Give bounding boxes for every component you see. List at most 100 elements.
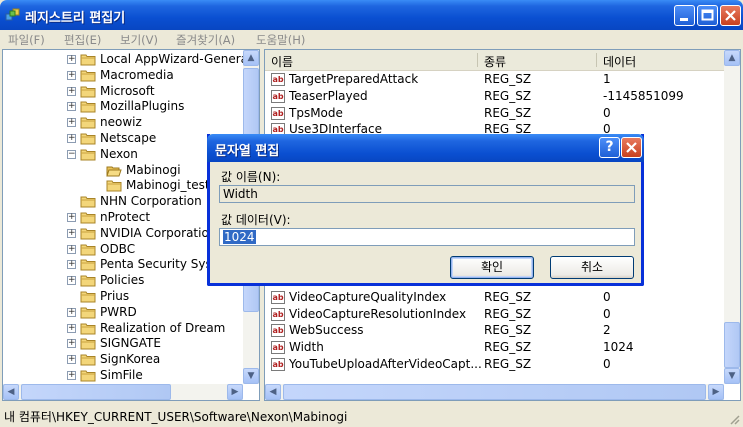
ok-button[interactable]: 확인: [450, 256, 534, 279]
cell-name: VideoCaptureResolutionIndex: [289, 306, 467, 321]
tree-item[interactable]: + Realization of Dream: [3, 321, 243, 337]
tree-horizontal-scrollbar[interactable]: ◀ ▶: [3, 384, 243, 400]
scroll-up-icon[interactable]: ▲: [243, 50, 259, 66]
tree-item[interactable]: + SIGNGATE: [3, 336, 243, 352]
maximize-button[interactable]: [697, 5, 718, 26]
tree-item-label: Policies: [100, 273, 145, 288]
expand-icon[interactable]: +: [67, 213, 76, 222]
folder-icon: [80, 307, 96, 319]
header-data[interactable]: 데이터: [603, 53, 636, 70]
expand-icon[interactable]: +: [67, 260, 76, 270]
expand-icon[interactable]: +: [67, 307, 76, 317]
folder-icon: [80, 101, 96, 113]
tree-item[interactable]: + Local AppWizard-Genera: [3, 52, 248, 68]
cell-data: 0: [603, 289, 611, 304]
list-scroll-thumb[interactable]: [724, 322, 740, 368]
tree-item-label: neowiz: [100, 115, 142, 130]
expand-icon[interactable]: +: [67, 339, 76, 349]
folder-icon: [80, 86, 96, 98]
folder-icon: [80, 196, 96, 208]
cell-name: Width: [289, 340, 324, 354]
expand-icon[interactable]: +: [67, 70, 76, 80]
expand-icon[interactable]: +: [67, 371, 76, 380]
expand-icon[interactable]: +: [67, 55, 76, 64]
menu-edit[interactable]: 편집(E): [64, 32, 101, 48]
folder-icon: [80, 244, 96, 256]
menu-bar: 파일(F) 편집(E) 보기(V) 즐겨찾기(A) 도움말(H): [0, 30, 743, 48]
tree-item[interactable]: + neowiz: [3, 115, 243, 131]
menu-file[interactable]: 파일(F): [8, 32, 45, 48]
collapse-icon[interactable]: −: [67, 149, 76, 159]
list-row[interactable]: ab YouTubeUploadAfterVideoCapt... REG_SZ 0: [265, 357, 724, 373]
menu-favorites[interactable]: 즐겨찾기(A): [176, 32, 235, 48]
dialog-close-button[interactable]: [621, 137, 642, 158]
list-row[interactable]: ab TeaserPlayed REG_SZ -1145851099: [265, 89, 724, 105]
tree-item[interactable]: + Macromedia: [3, 68, 243, 84]
value-data-input[interactable]: 1024: [219, 228, 635, 246]
expand-icon[interactable]: +: [67, 118, 76, 128]
scroll-right-icon[interactable]: ▶: [708, 384, 724, 400]
expand-icon[interactable]: +: [67, 102, 76, 112]
tree-item-label: Local AppWizard-Genera: [100, 52, 249, 66]
header-name[interactable]: 이름: [271, 53, 293, 70]
cancel-button[interactable]: 취소: [550, 256, 634, 279]
list-row[interactable]: ab TpsMode REG_SZ 0: [265, 106, 724, 122]
list-row[interactable]: ab TargetPreparedAttack REG_SZ 1: [265, 72, 724, 88]
list-hscroll-thumb[interactable]: [283, 384, 706, 400]
tree-item-label: Realization of Dream: [100, 320, 226, 335]
tree-hscroll-thumb[interactable]: [21, 384, 171, 400]
tree-item[interactable]: + SimFile: [3, 368, 243, 384]
tree-item[interactable]: + PWRD: [3, 305, 243, 321]
resize-grip-icon[interactable]: [728, 413, 740, 425]
scroll-up-icon[interactable]: ▲: [724, 50, 740, 66]
scroll-down-icon[interactable]: ▼: [724, 368, 740, 384]
scroll-down-icon[interactable]: ▼: [243, 368, 259, 384]
tree-item[interactable]: + Microsoft: [3, 84, 243, 100]
tree-item[interactable]: + SignKorea: [3, 352, 243, 368]
menu-view[interactable]: 보기(V): [120, 32, 158, 48]
window-titlebar[interactable]: 레지스트리 편집기: [0, 0, 743, 30]
list-row[interactable]: ab Width REG_SZ 1024: [265, 340, 724, 356]
list-row[interactable]: ab VideoCaptureQualityIndex REG_SZ 0: [265, 290, 724, 306]
folder-icon: [80, 259, 96, 271]
expand-icon[interactable]: +: [67, 323, 76, 333]
expand-icon[interactable]: +: [67, 355, 76, 365]
dialog-titlebar[interactable]: 문자열 편집 ?: [207, 134, 644, 162]
tree-item[interactable]: Prius: [3, 289, 243, 305]
list-row[interactable]: ab VideoCaptureResolutionIndex REG_SZ 0: [265, 307, 724, 323]
expand-icon[interactable]: +: [67, 86, 76, 96]
list-header: 이름 종류 데이터: [265, 50, 724, 71]
cell-name: VideoCaptureQualityIndex: [289, 289, 447, 304]
expand-icon[interactable]: +: [67, 134, 76, 143]
string-value-icon: ab: [271, 106, 285, 120]
list-vertical-scrollbar[interactable]: ▲ ▼: [724, 50, 740, 384]
list-row[interactable]: ab WebSuccess REG_SZ 2: [265, 323, 724, 339]
tree-item-label: Mabinogi_test: [126, 178, 210, 193]
expand-icon[interactable]: +: [67, 244, 76, 254]
folder-icon: [106, 180, 122, 192]
scroll-right-icon[interactable]: ▶: [227, 384, 243, 400]
expand-icon[interactable]: +: [67, 276, 76, 286]
list-horizontal-scrollbar[interactable]: ◀ ▶: [265, 384, 724, 400]
scroll-left-icon[interactable]: ◀: [3, 384, 19, 400]
help-button[interactable]: ?: [599, 137, 620, 158]
close-icon: [626, 142, 637, 153]
tree-item-label: SIGNGATE: [100, 336, 161, 351]
tree-item-label: PWRD: [100, 304, 137, 319]
cell-type: REG_SZ: [484, 340, 532, 354]
minimize-button[interactable]: [674, 5, 695, 26]
value-data-label: 값 데이터(V):: [221, 213, 291, 227]
menu-help[interactable]: 도움말(H): [256, 32, 305, 48]
cell-data: 1: [603, 72, 611, 86]
close-button[interactable]: [720, 5, 741, 26]
tree-item[interactable]: + MozillaPlugins: [3, 99, 243, 115]
value-name-label: 값 이름(N):: [221, 170, 281, 184]
cell-data: 0: [603, 306, 611, 321]
cell-name: TargetPreparedAttack: [289, 72, 419, 86]
cell-name: TeaserPlayed: [289, 88, 368, 103]
scroll-left-icon[interactable]: ◀: [265, 384, 281, 400]
expand-icon[interactable]: +: [67, 228, 76, 238]
cell-type: REG_SZ: [484, 289, 532, 304]
header-type[interactable]: 종류: [484, 53, 506, 70]
cell-data: 0: [603, 105, 611, 120]
